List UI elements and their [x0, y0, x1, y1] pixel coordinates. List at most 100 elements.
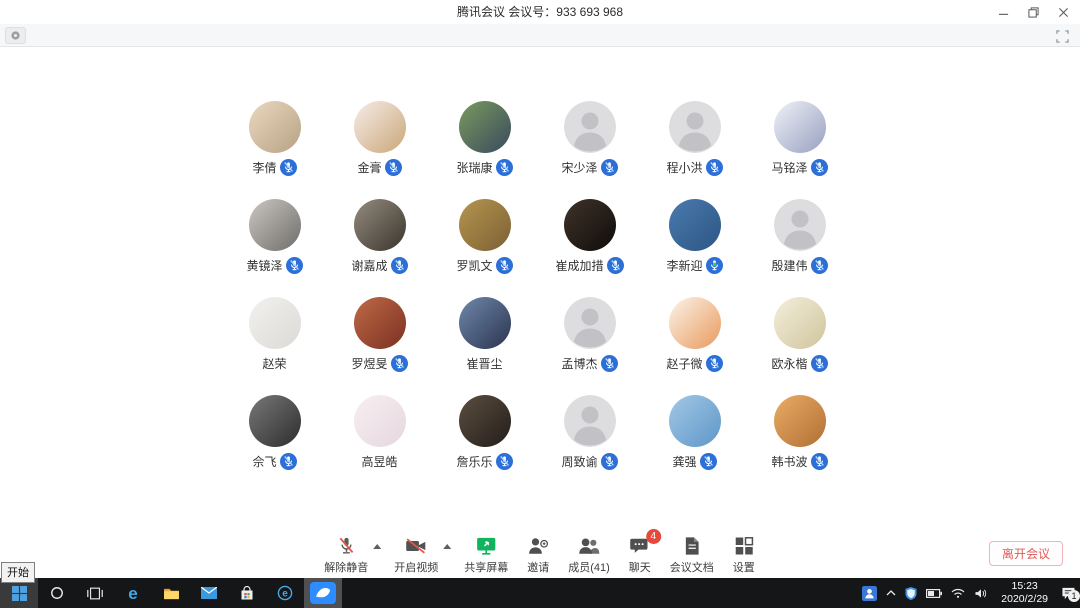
action-center-icon[interactable]: 1: [1061, 587, 1076, 600]
leave-meeting-button[interactable]: 离开会议: [989, 541, 1063, 566]
participant-name: 周致谕: [561, 453, 597, 470]
tencent-meeting-app-icon[interactable]: [304, 578, 342, 608]
network-signal-icon[interactable]: [951, 588, 965, 598]
participant[interactable]: 赵荣: [222, 297, 327, 372]
participant[interactable]: 韩书波: [747, 395, 852, 470]
participant[interactable]: 罗煜旻: [327, 297, 432, 372]
participant[interactable]: 程小洪: [642, 101, 747, 176]
participant-avatar: [564, 297, 616, 349]
participant[interactable]: 罗凯文: [432, 199, 537, 274]
apps-grid-icon: [734, 536, 754, 556]
participant[interactable]: 崔晋尘: [432, 297, 537, 372]
participant-avatar: [459, 297, 511, 349]
participant-avatar: [249, 101, 301, 153]
mic-muted-icon: [811, 355, 828, 372]
mic-muted-icon: [280, 453, 297, 470]
participant-avatar: [459, 101, 511, 153]
participant[interactable]: 佘飞: [222, 395, 327, 470]
toolbar-item-share-screen[interactable]: 共享屏幕: [457, 536, 515, 575]
participant-name-row: 高昱皓: [361, 453, 397, 470]
fullscreen-icon[interactable]: [1054, 28, 1070, 44]
mic-muted-icon: [706, 355, 723, 372]
participant-name: 赵荣: [262, 355, 286, 372]
mic-muted-icon: [700, 453, 717, 470]
store-icon[interactable]: [228, 578, 266, 608]
participant[interactable]: 黄镜泽: [222, 199, 327, 274]
toolbar-item-start-video[interactable]: 开启视频: [387, 536, 445, 575]
mic-muted-icon: [391, 257, 408, 274]
participant-name-row: 龚强: [672, 453, 716, 470]
mic-muted-icon: [385, 159, 402, 176]
participant-avatar: [669, 297, 721, 349]
participant[interactable]: 金膏: [327, 101, 432, 176]
battery-icon[interactable]: [926, 589, 942, 598]
participant-name: 李新迎: [666, 257, 702, 274]
edge-browser-icon[interactable]: e: [114, 578, 152, 608]
participant[interactable]: 李倩: [222, 101, 327, 176]
camera-off-icon: [403, 536, 429, 556]
participant[interactable]: 欧永楷: [747, 297, 852, 372]
participant[interactable]: 谢嘉成: [327, 199, 432, 274]
participant[interactable]: 李新迎: [642, 199, 747, 274]
ie-browser-icon[interactable]: e: [266, 578, 304, 608]
participant[interactable]: 詹乐乐: [432, 395, 537, 470]
mail-icon[interactable]: [190, 578, 228, 608]
mic-muted-icon: [601, 355, 618, 372]
taskbar-clock[interactable]: 15:23 2020/2/29: [997, 580, 1052, 606]
participant-avatar: [774, 101, 826, 153]
participant-avatar: [774, 395, 826, 447]
participant[interactable]: 宋少泽: [537, 101, 642, 176]
participant-name: 马铭泽: [771, 159, 807, 176]
restore-icon[interactable]: [1022, 2, 1044, 22]
share-screen-icon: [474, 536, 498, 556]
file-explorer-icon[interactable]: [152, 578, 190, 608]
window-controls: [992, 0, 1074, 24]
toolbar-item-settings[interactable]: 设置: [721, 536, 767, 575]
participant[interactable]: 马铭泽: [747, 101, 852, 176]
cortana-search-icon[interactable]: [38, 578, 76, 608]
participant[interactable]: 孟博杰: [537, 297, 642, 372]
toolbar-item-invite[interactable]: 邀请: [515, 536, 561, 575]
participant[interactable]: 高昱皓: [327, 395, 432, 470]
notification-badge: 1: [1068, 590, 1080, 602]
participant-name: 赵子微: [666, 355, 702, 372]
caret-up-icon[interactable]: [443, 544, 451, 549]
toolbar-tools: 解除静音开启视频共享屏幕 邀请成员(41)4聊天会议文档设置: [317, 536, 767, 575]
participant[interactable]: 赵子微: [642, 297, 747, 372]
toolbar-item-members[interactable]: 成员(41): [561, 536, 617, 575]
participant-name-row: 宋少泽: [561, 159, 617, 176]
caret-up-icon[interactable]: [373, 544, 381, 549]
participant-name: 高昱皓: [361, 453, 397, 470]
minimize-icon[interactable]: [992, 2, 1014, 22]
participant[interactable]: 周致谕: [537, 395, 642, 470]
security-shield-icon[interactable]: [905, 587, 917, 600]
participant-name: 张瑞康: [456, 159, 492, 176]
toolbar-item-label: 邀请: [527, 559, 549, 575]
volume-icon[interactable]: [974, 588, 988, 599]
chat-unread-badge: 4: [646, 529, 661, 544]
participant-avatar: [354, 395, 406, 447]
system-tray: 15:23 2020/2/29 1: [862, 578, 1080, 608]
taskbar-apps: e e: [0, 578, 342, 608]
participant-avatar: [249, 395, 301, 447]
close-icon[interactable]: [1052, 2, 1074, 22]
tray-app-icon[interactable]: [862, 586, 877, 601]
toolbar-item-docs[interactable]: 会议文档: [663, 536, 721, 575]
toolbar-item-unmute[interactable]: 解除静音: [317, 536, 375, 575]
toolbar-item-chat[interactable]: 4聊天: [617, 536, 663, 575]
toolbar-item-label: 共享屏幕: [464, 559, 508, 575]
participant[interactable]: 崔成加措: [537, 199, 642, 274]
participant-name-row: 赵荣: [262, 355, 286, 372]
gear-icon[interactable]: [5, 27, 26, 44]
participant-avatar: [459, 395, 511, 447]
participant-name-row: 罗煜旻: [351, 355, 407, 372]
participant[interactable]: 龚强: [642, 395, 747, 470]
participant[interactable]: 殷建伟: [747, 199, 852, 274]
participant-name-row: 詹乐乐: [456, 453, 512, 470]
task-view-icon[interactable]: [76, 578, 114, 608]
participant-name-row: 欧永楷: [771, 355, 827, 372]
participant-avatar: [354, 297, 406, 349]
participant[interactable]: 张瑞康: [432, 101, 537, 176]
participant-name-row: 张瑞康: [456, 159, 512, 176]
chevron-up-icon[interactable]: [886, 590, 896, 596]
